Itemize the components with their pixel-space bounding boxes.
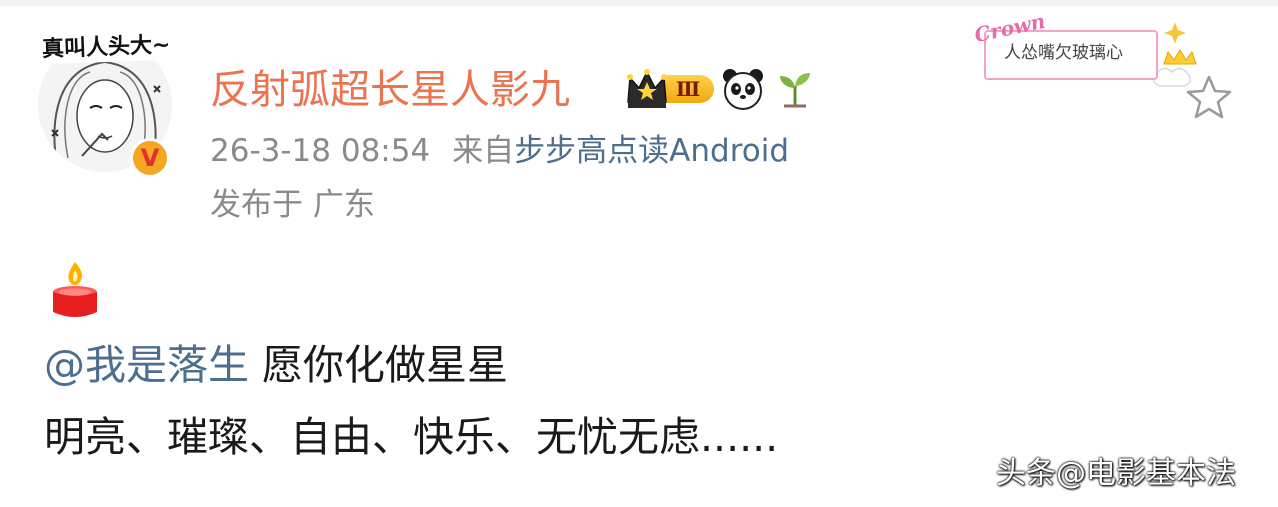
post-location: 发布于 广东: [210, 187, 375, 223]
post-time[interactable]: 26-3-18 08:54: [210, 133, 430, 169]
crown-icon: [624, 68, 670, 110]
username[interactable]: 反射弧超长星人影九: [210, 64, 570, 116]
post-text-1: 愿你化做星星: [249, 341, 509, 389]
post-text-line-1: @我是落生 愿你化做星星: [44, 338, 508, 392]
sprout-icon[interactable]: [772, 66, 818, 112]
post-text-line-2: 明亮、璀璨、自由、快乐、无忧无虑......: [44, 413, 779, 461]
avatar[interactable]: 真叫人头大~ V: [30, 30, 180, 180]
post-meta: 26-3-18 08:54 来自步步高点读Android: [210, 130, 789, 172]
source-link[interactable]: 步步高点读Android: [514, 133, 789, 169]
watermark: 头条@电影基本法: [996, 456, 1236, 491]
favorite-star-icon[interactable]: [1184, 74, 1234, 120]
candle-icon: [48, 258, 102, 322]
avatar-caption: 真叫人头大~: [39, 31, 173, 65]
sticker-text: 人怂嘴欠玻璃心: [1004, 43, 1123, 63]
source-prefix: 来自: [452, 133, 515, 169]
top-divider: [0, 0, 1278, 6]
vip-badge[interactable]: Ⅲ: [624, 68, 714, 110]
user-badges: Ⅲ: [624, 66, 818, 112]
card-sticker: Crown 人怂嘴欠玻璃心: [966, 9, 1206, 92]
mention-link[interactable]: @我是落生: [44, 341, 249, 389]
panda-icon[interactable]: [720, 66, 766, 112]
verified-badge-icon: V: [130, 138, 170, 178]
